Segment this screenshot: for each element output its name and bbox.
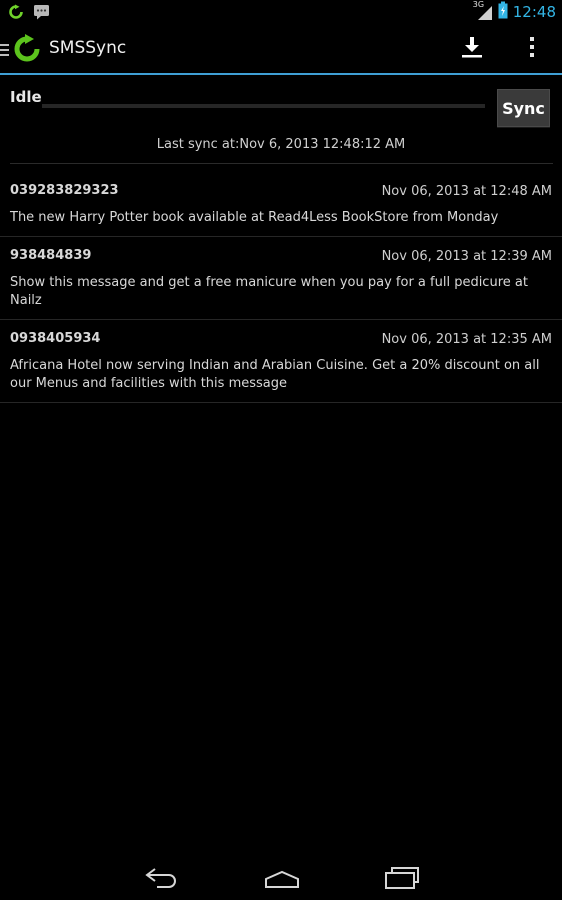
action-bar: SMSSync xyxy=(0,24,562,74)
status-bar: 3G 12:48 xyxy=(0,0,562,24)
message-body: Africana Hotel now serving Indian and Ar… xyxy=(10,358,540,391)
sync-notification-icon xyxy=(8,4,24,24)
back-icon[interactable] xyxy=(143,866,181,888)
message-body: The new Harry Potter book available at R… xyxy=(10,210,499,225)
network-type: 3G xyxy=(472,0,485,9)
header-divider xyxy=(10,163,553,164)
message-item[interactable]: 938484839 Nov 06, 2013 at 12:39 AM Show … xyxy=(0,237,562,320)
message-list: 039283829323 Nov 06, 2013 at 12:48 AM Th… xyxy=(0,172,562,403)
notification-icons xyxy=(8,4,50,24)
action-bar-divider xyxy=(0,73,562,75)
overflow-menu-icon xyxy=(529,37,535,61)
app-logo[interactable] xyxy=(12,34,42,64)
status-time: 12:48 xyxy=(512,3,556,21)
drawer-icon[interactable] xyxy=(0,42,9,56)
battery-icon xyxy=(498,1,508,23)
message-item[interactable]: 0938405934 Nov 06, 2013 at 12:35 AM Afri… xyxy=(0,320,562,403)
navigation-bar xyxy=(0,852,562,900)
overflow-menu-button[interactable] xyxy=(516,32,548,66)
download-button[interactable] xyxy=(452,32,492,66)
sync-progress-bar xyxy=(42,104,485,108)
sync-button[interactable]: Sync xyxy=(497,89,550,127)
message-item[interactable]: 039283829323 Nov 06, 2013 at 12:48 AM Th… xyxy=(0,172,562,237)
home-icon[interactable] xyxy=(263,869,301,889)
recent-apps-icon[interactable] xyxy=(383,866,421,890)
signal-icon: 3G xyxy=(472,0,493,21)
sync-status-label: Idle xyxy=(10,88,42,106)
download-icon xyxy=(460,36,484,62)
message-date: Nov 06, 2013 at 12:39 AM xyxy=(381,249,552,264)
app-title: SMSSync xyxy=(49,38,127,58)
message-date: Nov 06, 2013 at 12:48 AM xyxy=(381,184,552,199)
system-status: 3G 12:48 xyxy=(472,0,556,24)
message-notification-icon xyxy=(33,4,50,24)
message-date: Nov 06, 2013 at 12:35 AM xyxy=(381,332,552,347)
last-sync-text: Last sync at:Nov 6, 2013 12:48:12 AM xyxy=(156,137,406,152)
message-body: Show this message and get a free manicur… xyxy=(10,275,528,308)
